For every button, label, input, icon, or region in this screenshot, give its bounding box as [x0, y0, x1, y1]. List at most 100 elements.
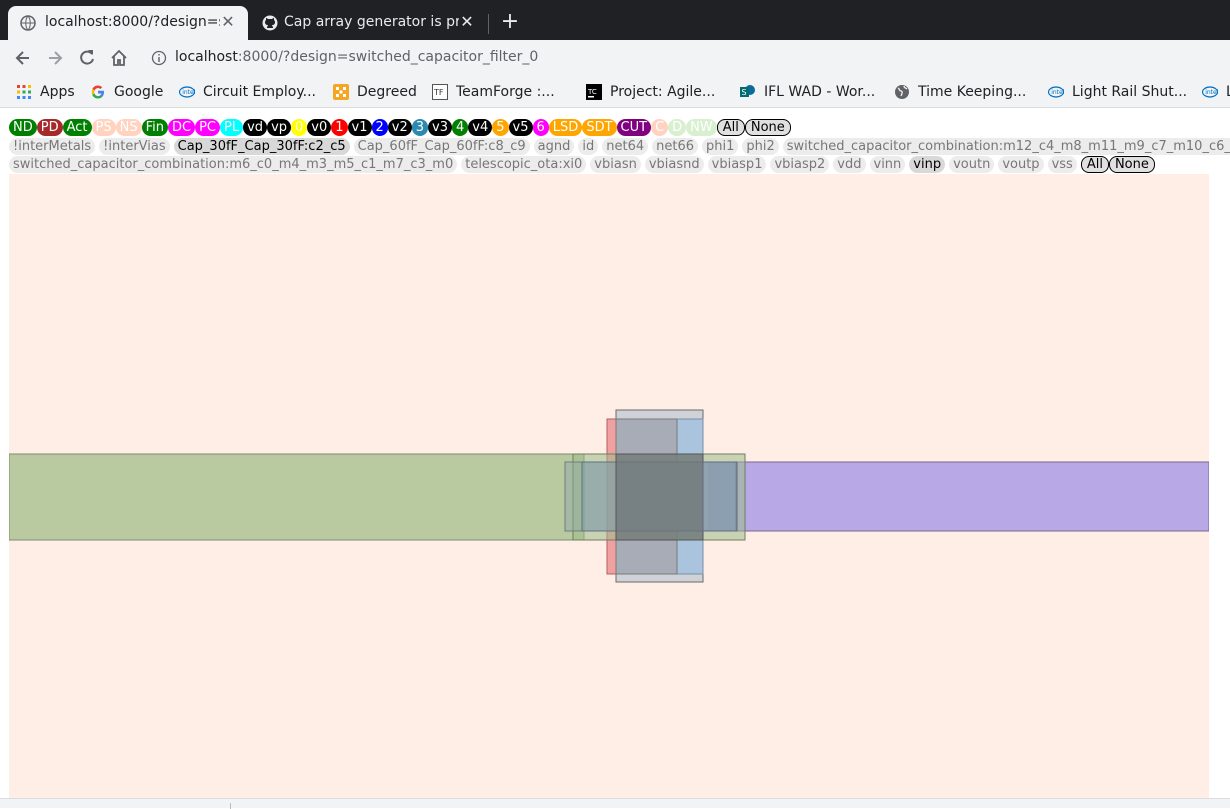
url-host: localhost — [175, 49, 238, 65]
net-toggle[interactable]: !interVias — [99, 138, 170, 155]
layer-toggle-v4[interactable]: v4 — [468, 119, 493, 136]
net-toggle[interactable]: voutp — [998, 156, 1044, 173]
tab-inactive[interactable]: Cap array generator is processing ✕ — [250, 6, 487, 40]
bookmarks-bar: Apps Google intel Circuit Employ... Degr… — [0, 76, 1230, 108]
back-arrow-icon[interactable] — [13, 48, 33, 68]
net-toggle[interactable]: voutn — [949, 156, 995, 173]
info-icon[interactable] — [151, 50, 167, 66]
layer-toggle-vd[interactable]: vd — [243, 119, 268, 136]
net-toggle[interactable]: switched_capacitor_combination:m6_c0_m4_… — [9, 156, 458, 173]
home-icon[interactable] — [109, 48, 129, 68]
intel-icon: intel — [179, 86, 195, 98]
net-toggle[interactable]: !interMetals — [9, 138, 96, 155]
layer-toggle-ns[interactable]: NS — [115, 119, 142, 136]
layer-toggle-nw[interactable]: NW — [686, 119, 717, 136]
status-divider — [230, 803, 231, 809]
svg-text:TC: TC — [587, 88, 597, 96]
via-dark-center[interactable] — [615, 453, 704, 541]
svg-text:intel: intel — [182, 89, 195, 96]
layer-toggle-d[interactable]: D — [668, 119, 687, 136]
metal-wire-purple[interactable] — [708, 461, 1209, 532]
net-toggle[interactable]: telescopic_ota:xi0 — [461, 156, 587, 173]
sharepoint-icon: S — [740, 85, 755, 97]
layer-toggle-v2[interactable]: v2 — [387, 119, 412, 136]
net-toggle[interactable]: phi2 — [742, 138, 779, 155]
layer-toggle-1[interactable]: 1 — [331, 119, 348, 136]
bookmark-label: IFL WAD - Wor... — [764, 84, 876, 100]
layer-toggle-v3[interactable]: v3 — [428, 119, 453, 136]
google-icon — [91, 85, 104, 99]
layers-all-button[interactable]: All — [716, 119, 745, 136]
net-toggle[interactable]: agnd — [533, 138, 575, 155]
layer-toggle-pl[interactable]: PL — [220, 119, 244, 136]
bookmark-label: Light Rail Shut... — [1072, 84, 1188, 100]
layer-toggle-c[interactable]: C — [651, 119, 669, 136]
metal-wire-green[interactable] — [9, 453, 585, 541]
tab-title: Cap array generator is processing — [284, 14, 459, 30]
net-toggle[interactable]: vbiasp1 — [707, 156, 767, 173]
net-toggle-row-2: switched_capacitor_combination:m6_c0_m4_… — [9, 156, 1155, 174]
new-tab-button[interactable]: + — [500, 11, 520, 33]
layer-toggle-act[interactable]: Act — [62, 119, 92, 136]
net-toggle[interactable]: Cap_60fF_Cap_60fF:c8_c9 — [353, 138, 530, 155]
teamforge-icon: TF — [432, 84, 448, 100]
net-toggle[interactable]: switched_capacitor_combination:m12_c4_m8… — [782, 138, 1230, 155]
forward-arrow-icon[interactable] — [45, 48, 65, 68]
nets-all-button[interactable]: All — [1080, 156, 1109, 173]
layer-toggle-2[interactable]: 2 — [371, 119, 388, 136]
layer-toggle-v1[interactable]: v1 — [347, 119, 372, 136]
via-right-cap[interactable] — [702, 461, 738, 532]
net-toggle[interactable]: vss — [1047, 156, 1077, 173]
url-text: localhost:8000/?design=switched_capacito… — [175, 49, 538, 65]
reload-icon[interactable] — [77, 48, 97, 68]
net-toggle[interactable]: phi1 — [702, 138, 739, 155]
bookmark-label: Google — [114, 84, 164, 100]
layer-toggle-5[interactable]: 5 — [492, 119, 509, 136]
net-toggle[interactable]: vdd — [833, 156, 866, 173]
status-bar — [0, 798, 1230, 809]
layer-toggle-vp[interactable]: vp — [267, 119, 292, 136]
bookmark-label: L — [1226, 82, 1230, 102]
layer-toggle-fin[interactable]: Fin — [141, 119, 168, 136]
net-toggle[interactable]: vbiasp2 — [770, 156, 830, 173]
net-toggle[interactable]: vbiasn — [590, 156, 641, 173]
net-toggle[interactable]: vinn — [869, 156, 906, 173]
layer-toggle-pc[interactable]: PC — [195, 119, 221, 136]
layer-toggle-dc[interactable]: DC — [168, 119, 196, 136]
layer-toggle-lsd[interactable]: LSD — [548, 119, 583, 136]
layer-toggle-3[interactable]: 3 — [411, 119, 429, 136]
layer-toggle-pd[interactable]: PD — [36, 119, 63, 136]
tab-active[interactable]: localhost:8000/?design=switched_capacito… — [8, 6, 248, 40]
close-tab-icon[interactable]: ✕ — [218, 12, 238, 32]
net-toggle[interactable]: vbiasnd — [644, 156, 704, 173]
svg-text:TF: TF — [433, 88, 444, 97]
tab-separator — [488, 14, 489, 34]
bookmark-label: Time Keeping... — [918, 84, 1027, 100]
net-toggle[interactable]: id — [578, 138, 599, 155]
layer-toggle-ps[interactable]: PS — [91, 119, 116, 136]
net-toggle[interactable]: net66 — [652, 138, 699, 155]
nets-none-button[interactable]: None — [1108, 156, 1155, 173]
layer-toggle-4[interactable]: 4 — [452, 119, 469, 136]
layers-none-button[interactable]: None — [744, 119, 791, 136]
layer-toggle-v5[interactable]: v5 — [508, 119, 533, 136]
svg-text:S: S — [742, 88, 747, 97]
layer-toggle-sdt[interactable]: SDT — [582, 119, 617, 136]
net-toggle[interactable]: Cap_30fF_Cap_30fF:c2_c5 — [173, 138, 350, 155]
layer-toggle-0[interactable]: 0 — [291, 119, 308, 136]
browser-tab-strip: localhost:8000/?design=switched_capacito… — [0, 0, 1230, 40]
net-toggle[interactable]: net64 — [602, 138, 649, 155]
tab-title: localhost:8000/?design=switched_capacito… — [45, 14, 220, 30]
net-toggle-row-1: !interMetals !interVias Cap_30fF_Cap_30fF:… — [9, 138, 1230, 156]
bookmark-label: Degreed — [357, 84, 417, 100]
close-tab-icon[interactable]: ✕ — [457, 12, 477, 32]
layout-canvas[interactable] — [9, 174, 1209, 798]
layer-toggle-v0[interactable]: v0 — [307, 119, 332, 136]
degreed-icon — [333, 84, 349, 100]
layer-toggle-nd[interactable]: ND — [9, 119, 37, 136]
layer-toggle-6[interactable]: 6 — [532, 119, 549, 136]
address-bar[interactable]: localhost:8000/?design=switched_capacito… — [143, 43, 1230, 73]
intel-icon: intel — [1202, 86, 1218, 98]
layer-toggle-cut[interactable]: CUT — [616, 119, 652, 136]
net-toggle[interactable]: vinp — [909, 156, 946, 173]
